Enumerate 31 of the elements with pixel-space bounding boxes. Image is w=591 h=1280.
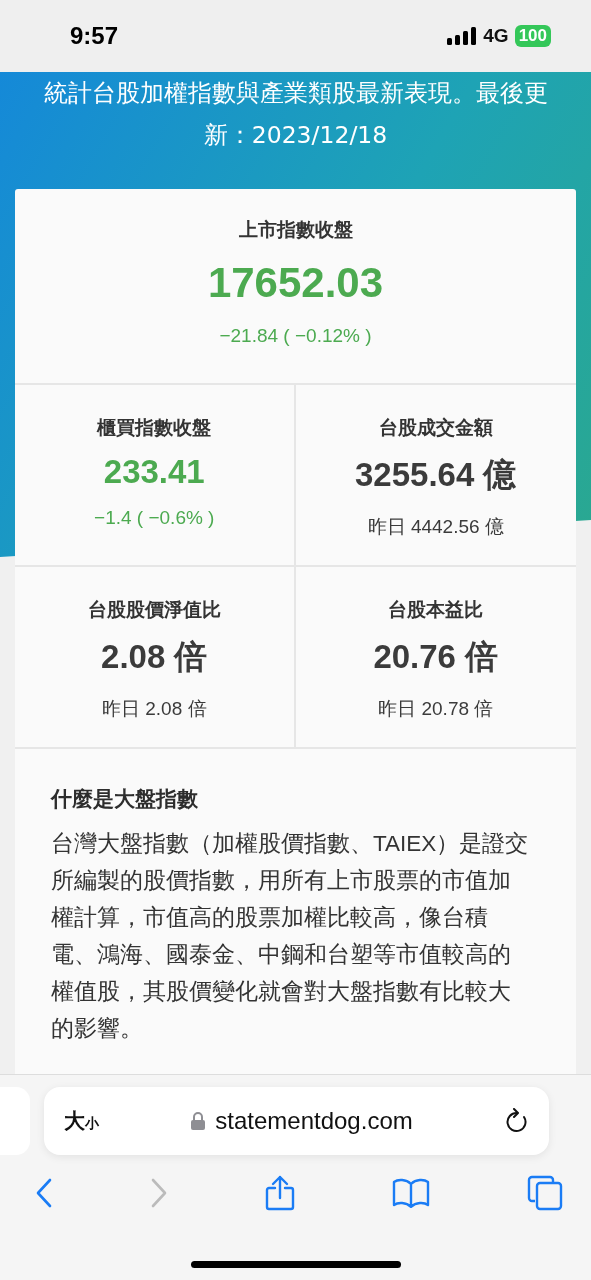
stat-label: 櫃買指數收盤: [97, 416, 212, 440]
signal-icon: [447, 27, 478, 45]
stat-value: 233.41: [103, 453, 205, 491]
address-bar[interactable]: 大小 statementdog.com: [44, 1087, 549, 1155]
text-size-button[interactable]: 大小: [64, 1107, 99, 1135]
share-icon[interactable]: [265, 1175, 295, 1211]
stat-value: 17652.03: [207, 259, 384, 307]
bookmarks-icon[interactable]: [392, 1178, 430, 1208]
section-heading: 什麼是大盤指數: [51, 786, 199, 812]
network-label: 4G: [483, 25, 509, 47]
tabs-icon[interactable]: [527, 1175, 563, 1211]
stat-value: 3255.64 億: [355, 455, 517, 495]
url-text: statementdog.com: [215, 1107, 413, 1135]
stat-change: 昨日 2.08 倍: [101, 697, 207, 721]
stat-value: 20.76 倍: [373, 637, 499, 677]
stat-change: 昨日 4442.56 億: [367, 515, 504, 539]
clock-time: 9:57: [70, 22, 119, 50]
stat-value: 2.08 倍: [101, 637, 208, 677]
stat-label: 台股本益比: [388, 598, 484, 622]
stat-label: 上市指數收盤: [238, 218, 353, 242]
explainer-paragraph: 台灣大盤指數（加權股價指數、TAIEX）是證交所編製的股價指數，用所有上市股票的市值加權計算，市值高的股票加權比較高，像台積電、鴻海、國泰金、中鋼和台塑等市值較高的權值股，其股價變化就會對大盤指數有比較大的影響。: [51, 830, 530, 1043]
back-icon[interactable]: [35, 1178, 53, 1208]
lock-icon: [191, 1112, 206, 1130]
stat-change: −21.84 ( −0.12% ): [219, 325, 372, 347]
stat-change: −1.4 ( −0.6% ): [94, 507, 215, 529]
battery-indicator: 100: [514, 25, 551, 47]
reload-icon[interactable]: [505, 1108, 529, 1134]
stat-label: 台股成交金額: [378, 416, 493, 440]
stat-label: 台股股價淨值比: [87, 598, 221, 622]
stat-change: 昨日 20.78 倍: [378, 697, 494, 721]
page-description: 統計台股加權指數與產業類股最新表現。最後更新：2023/12/18: [42, 78, 549, 151]
